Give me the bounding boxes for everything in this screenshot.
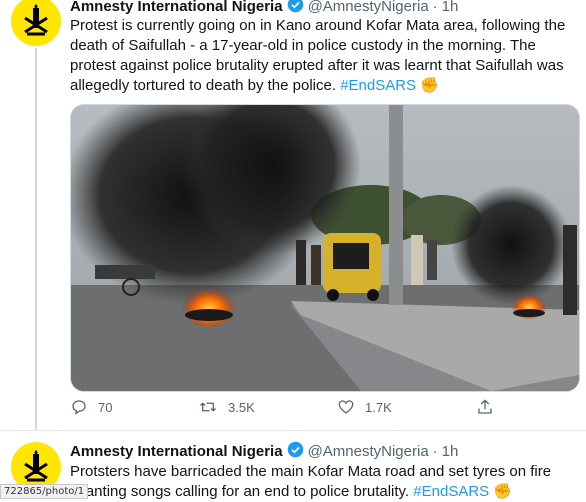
- amnesty-candle-logo: [24, 450, 48, 482]
- reply-icon: [72, 400, 86, 415]
- amnesty-candle-logo: [24, 4, 48, 36]
- author-name[interactable]: Amnesty International Nigeria: [70, 0, 283, 15]
- retweet-icon: [200, 402, 216, 412]
- hashtag-link[interactable]: #EndSARS: [340, 77, 416, 94]
- author-handle[interactable]: @AmnestyNigeria: [308, 0, 429, 15]
- author-name[interactable]: Amnesty International Nigeria: [70, 443, 283, 460]
- like-icon: [338, 400, 354, 414]
- status-url-tooltip: 722865/photo/1: [0, 484, 89, 499]
- verified-badge-icon: [287, 441, 304, 462]
- like-button[interactable]: 1.7K: [337, 398, 392, 416]
- tweet-time[interactable]: 1h: [442, 0, 459, 15]
- raised-fist-icon: ✊: [493, 483, 513, 500]
- separator-dot: ·: [432, 443, 438, 460]
- tweet-text: Protsters have barricaded the main Kofar…: [70, 462, 570, 502]
- tweet-time[interactable]: 1h: [442, 443, 459, 460]
- retweet-count: 3.5K: [228, 399, 255, 415]
- share-button[interactable]: [476, 398, 504, 416]
- raised-fist-icon: ✊: [420, 77, 439, 94]
- protest-photo: [71, 105, 579, 391]
- thread-line: [35, 48, 37, 430]
- tweet-header: Amnesty International Nigeria @AmnestyNi…: [70, 441, 458, 462]
- like-count: 1.7K: [365, 399, 392, 415]
- verified-badge-icon: [287, 0, 304, 17]
- avatar[interactable]: [11, 0, 61, 46]
- tweet-actions: 70 3.5K 1.7K: [70, 398, 500, 422]
- reply-button[interactable]: 70: [70, 398, 112, 416]
- retweet-button[interactable]: 3.5K: [198, 398, 255, 416]
- hashtag-link[interactable]: #EndSARS: [413, 483, 489, 500]
- tweet-text-content: Protest is currently going on in Kano ar…: [70, 17, 566, 94]
- tweet-1[interactable]: Amnesty International Nigeria @AmnestyNi…: [0, 0, 586, 430]
- author-handle[interactable]: @AmnestyNigeria: [308, 443, 429, 460]
- share-icon: [478, 399, 492, 414]
- reply-count: 70: [98, 399, 113, 415]
- tweet-header: Amnesty International Nigeria @AmnestyNi…: [70, 0, 458, 17]
- tweet-photo[interactable]: [70, 104, 580, 392]
- separator-dot: ·: [432, 0, 438, 15]
- tweet-text: Protest is currently going on in Kano ar…: [70, 16, 570, 96]
